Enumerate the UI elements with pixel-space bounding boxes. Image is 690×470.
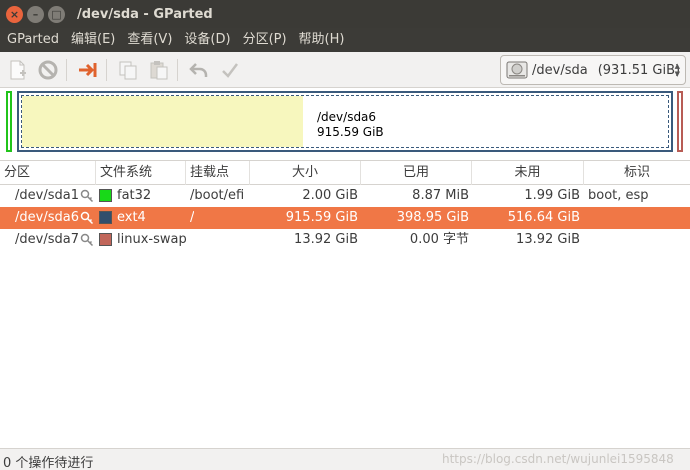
column-header-unused[interactable]: 未用 bbox=[472, 161, 584, 185]
device-size: (931.51 GiB) bbox=[597, 62, 681, 78]
disk-map: /dev/sda6 915.59 GiB bbox=[0, 88, 690, 156]
key-icon bbox=[80, 189, 94, 203]
table-row[interactable]: /dev/sda6 ext4 / 915.59 GiB 398.95 GiB 5… bbox=[0, 207, 690, 229]
minimize-window-button[interactable]: – bbox=[27, 5, 44, 23]
cell-mountpoint: / bbox=[190, 210, 195, 225]
table-header: 分区 文件系统 挂载点 大小 已用 未用 标识 bbox=[0, 160, 690, 185]
menu-view[interactable]: 查看(V) bbox=[121, 28, 178, 52]
cell-size: 13.92 GiB bbox=[294, 232, 358, 247]
new-partition-button[interactable] bbox=[3, 56, 31, 84]
apply-icon bbox=[222, 62, 238, 78]
cell-used: 8.87 MiB bbox=[412, 188, 469, 203]
key-icon bbox=[80, 233, 94, 247]
key-icon bbox=[80, 211, 94, 225]
undo-icon bbox=[189, 62, 208, 77]
diskmap-selection-outline: /dev/sda6 915.59 GiB bbox=[21, 95, 669, 148]
cell-partition: /dev/sda1 bbox=[15, 188, 79, 203]
diskmap-partition-name: /dev/sda6 bbox=[317, 110, 377, 124]
diskmap-partition-sda7[interactable] bbox=[677, 91, 683, 152]
menu-edit[interactable]: 编辑(E) bbox=[65, 28, 121, 52]
cell-partition: /dev/sda6 bbox=[15, 210, 79, 225]
column-header-mountpoint[interactable]: 挂载点 bbox=[186, 161, 250, 185]
cell-flags: boot, esp bbox=[588, 188, 649, 203]
cell-filesystem: ext4 bbox=[117, 210, 146, 225]
diskmap-partition-sda6[interactable]: /dev/sda6 915.59 GiB bbox=[17, 91, 673, 152]
delete-icon bbox=[38, 60, 58, 79]
paste-icon bbox=[150, 60, 168, 79]
diskmap-partition-sda1[interactable] bbox=[6, 91, 12, 152]
delete-button[interactable] bbox=[34, 56, 62, 84]
menu-help[interactable]: 帮助(H) bbox=[293, 28, 351, 52]
undo-button[interactable] bbox=[185, 56, 213, 84]
pending-operations-status: 0 个操作待进行 bbox=[3, 456, 94, 470]
toolbar-separator bbox=[177, 58, 178, 81]
device-name: /dev/sda bbox=[532, 62, 588, 78]
cell-size: 915.59 GiB bbox=[285, 210, 358, 225]
toolbar-separator bbox=[66, 58, 67, 81]
column-header-flags[interactable]: 标识 bbox=[584, 161, 690, 185]
column-header-used[interactable]: 已用 bbox=[361, 161, 472, 185]
column-header-filesystem[interactable]: 文件系统 bbox=[96, 161, 186, 185]
menu-gparted[interactable]: GParted bbox=[0, 28, 65, 52]
column-header-partition[interactable]: 分区 bbox=[0, 161, 96, 185]
spin-arrows-icon: ▲ ▼ bbox=[674, 62, 680, 78]
toolbar-separator bbox=[106, 58, 107, 81]
cell-size: 2.00 GiB bbox=[302, 188, 358, 203]
cell-mountpoint: /boot/efi bbox=[190, 188, 245, 203]
menu-bar: GParted 编辑(E) 查看(V) 设备(D) 分区(P) 帮助(H) bbox=[0, 28, 690, 52]
cell-unused: 1.99 GiB bbox=[524, 188, 580, 203]
status-bar: 0 个操作待进行 https://blog.csdn.net/wujunlei1… bbox=[0, 448, 690, 470]
partition-table: 分区 文件系统 挂载点 大小 已用 未用 标识 /dev/sda1 fat32 … bbox=[0, 160, 690, 448]
cell-used: 0.00 字节 bbox=[409, 232, 469, 247]
diskmap-used-space bbox=[22, 96, 304, 147]
copy-button[interactable] bbox=[114, 56, 142, 84]
apply-button[interactable] bbox=[216, 56, 244, 84]
resize-move-button[interactable] bbox=[74, 56, 102, 84]
diskmap-label: /dev/sda6 915.59 GiB bbox=[317, 110, 384, 140]
filesystem-color-swatch bbox=[99, 211, 112, 224]
paste-button[interactable] bbox=[145, 56, 173, 84]
cell-filesystem: linux-swap bbox=[117, 232, 187, 247]
table-row[interactable]: /dev/sda1 fat32 /boot/efi 2.00 GiB 8.87 … bbox=[0, 185, 690, 207]
menu-partition[interactable]: 分区(P) bbox=[237, 28, 293, 52]
copy-icon bbox=[119, 61, 137, 79]
cell-partition: /dev/sda7 bbox=[15, 232, 79, 247]
resize-move-icon bbox=[79, 62, 97, 77]
maximize-window-button[interactable]: □ bbox=[48, 5, 65, 23]
column-header-size[interactable]: 大小 bbox=[250, 161, 361, 185]
new-partition-icon bbox=[10, 60, 26, 79]
menu-device[interactable]: 设备(D) bbox=[178, 28, 236, 52]
hard-drive-icon bbox=[506, 61, 528, 79]
cell-used: 398.95 GiB bbox=[396, 210, 469, 225]
table-row[interactable]: /dev/sda7 linux-swap 13.92 GiB 0.00 字节 1… bbox=[0, 229, 690, 251]
cell-unused: 516.64 GiB bbox=[507, 210, 580, 225]
watermark: https://blog.csdn.net/wujunlei1595848 bbox=[442, 452, 674, 466]
toolbar: /dev/sda (931.51 GiB) ▲ ▼ bbox=[0, 52, 690, 88]
close-window-button[interactable]: × bbox=[6, 5, 23, 23]
filesystem-color-swatch bbox=[99, 233, 112, 246]
diskmap-partition-size: 915.59 GiB bbox=[317, 125, 384, 139]
cell-filesystem: fat32 bbox=[117, 188, 152, 203]
device-selector[interactable]: /dev/sda (931.51 GiB) ▲ ▼ bbox=[500, 55, 686, 85]
title-bar: × – □ /dev/sda - GParted bbox=[0, 0, 690, 28]
window-title: /dev/sda - GParted bbox=[77, 6, 213, 22]
filesystem-color-swatch bbox=[99, 189, 112, 202]
cell-unused: 13.92 GiB bbox=[516, 232, 580, 247]
